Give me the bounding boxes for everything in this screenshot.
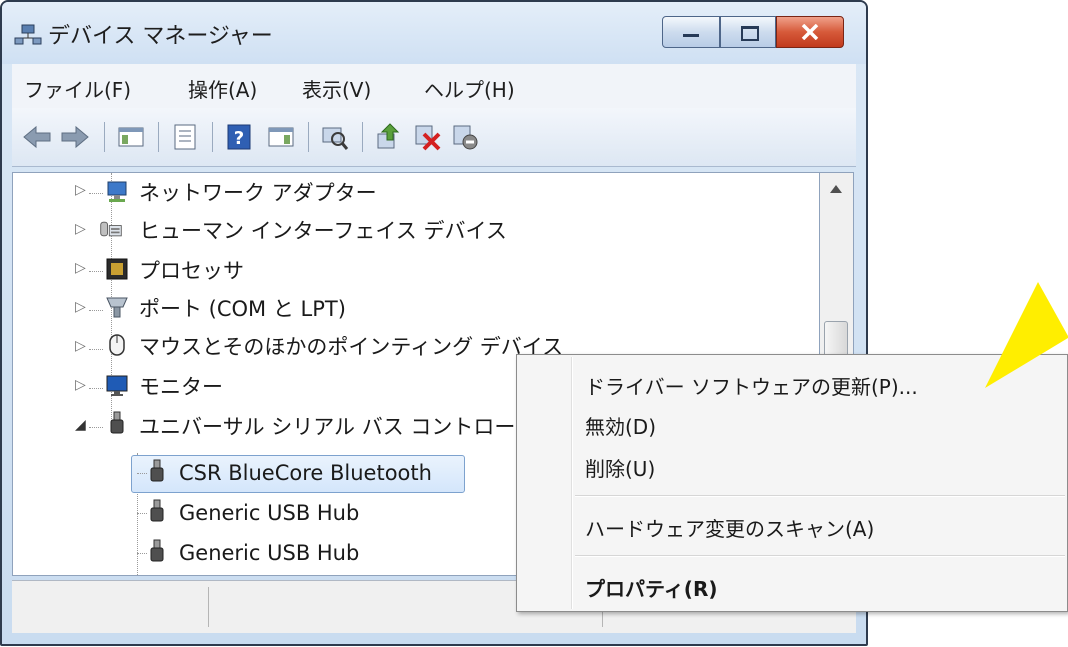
menu-action[interactable]: 操作(A) [188,74,257,103]
menu-bar: ファイル(F) 操作(A) 表示(V) ヘルプ(H) [12,64,856,109]
collapse-arrow-icon[interactable]: ◢ [75,417,86,433]
tree-line [89,310,103,311]
menu-update-driver[interactable]: ドライバー ソフトウェアの更新(P)... [585,371,918,400]
tree-item-mice[interactable]: マウスとそのほかのポインティング デバイス [139,329,563,365]
menu-properties[interactable]: プロパティ(R) [585,573,717,602]
tree-item-generic-usb-hub[interactable]: Generic USB Hub [179,495,359,531]
usb-device-icon [150,499,164,522]
menu-view[interactable]: 表示(V) [302,74,371,103]
disable-icon[interactable] [450,122,480,152]
context-menu-separator [575,495,1065,497]
menu-disable[interactable]: 無効(D) [585,411,656,440]
expand-arrow-icon[interactable]: ▷ [75,221,86,237]
menu-file[interactable]: ファイル(F) [24,74,131,103]
usb-device-icon [150,459,164,482]
expand-arrow-icon[interactable]: ▷ [75,260,86,276]
close-button[interactable] [776,16,844,48]
tree-line [89,427,103,428]
properties-icon[interactable] [170,122,200,152]
tree-item-usb-controllers[interactable]: ユニバーサル シリアル バス コントローラー [139,409,557,445]
minimize-icon [683,34,699,37]
menu-uninstall[interactable]: 削除(U) [585,453,655,482]
help-icon[interactable]: ? [224,122,254,152]
toolbar-separator [308,122,309,152]
processor-icon [106,258,128,280]
minimize-button[interactable] [662,16,720,48]
menu-help[interactable]: ヘルプ(H) [424,74,515,103]
tree-line [89,388,103,389]
update-driver-icon[interactable] [374,122,404,152]
close-icon [801,24,819,40]
expand-arrow-icon[interactable]: ▷ [75,377,86,393]
tree-line [89,349,103,350]
window-title: デバイス マネージャー [48,24,273,49]
svg-text:?: ? [234,128,244,149]
tree-line [89,271,103,272]
usb-icon [110,411,124,434]
tree-item-network-adapters[interactable]: ネットワーク アダプター [139,175,377,211]
forward-icon[interactable] [58,122,92,152]
tree-item-processors[interactable]: プロセッサ [139,253,244,289]
device-manager-icon [14,24,42,45]
toolbar-separator [212,122,213,152]
context-menu: ドライバー ソフトウェアの更新(P)... 無効(D) 削除(U) ハードウェア… [516,354,1068,612]
hid-icon [100,221,122,237]
usb-device-icon [150,539,164,562]
scan-hardware-icon[interactable] [320,122,350,152]
show-hide-console-tree-icon[interactable] [116,122,146,152]
toolbar-separator [158,122,159,152]
maximize-button[interactable] [720,16,776,48]
tree-line [89,193,103,194]
monitor-icon [106,375,128,396]
mouse-icon [109,334,125,356]
context-menu-separator [575,555,1065,557]
scroll-up-arrow-icon[interactable] [830,185,842,193]
toolbar-separator [362,122,363,152]
expand-arrow-icon[interactable]: ▷ [75,182,86,198]
tree-item-monitors[interactable]: モニター [139,369,223,405]
tree-item-human-interface-devices[interactable]: ヒューマン インターフェイス デバイス [139,213,507,249]
status-separator [208,587,209,627]
port-icon [106,297,128,318]
expand-arrow-icon[interactable]: ▷ [75,299,86,315]
tree-item-ports[interactable]: ポート (COM と LPT) [139,291,346,327]
back-icon[interactable] [20,122,54,152]
title-bar[interactable]: デバイス マネージャー [2,2,866,64]
tree-item-csr-bluecore-bluetooth[interactable]: CSR BlueCore Bluetooth [179,455,432,491]
toolbar-separator [104,122,105,152]
uninstall-icon[interactable] [412,122,442,152]
network-adapter-icon [107,181,127,202]
maximize-icon [741,26,759,41]
expand-arrow-icon[interactable]: ▷ [75,338,86,354]
context-menu-gutter [571,357,573,609]
action-pane-icon[interactable] [266,122,296,152]
toolbar: ? [12,108,856,167]
menu-scan-hardware[interactable]: ハードウェア変更のスキャン(A) [585,513,874,542]
tree-item-generic-usb-hub[interactable]: Generic USB Hub [179,535,359,571]
